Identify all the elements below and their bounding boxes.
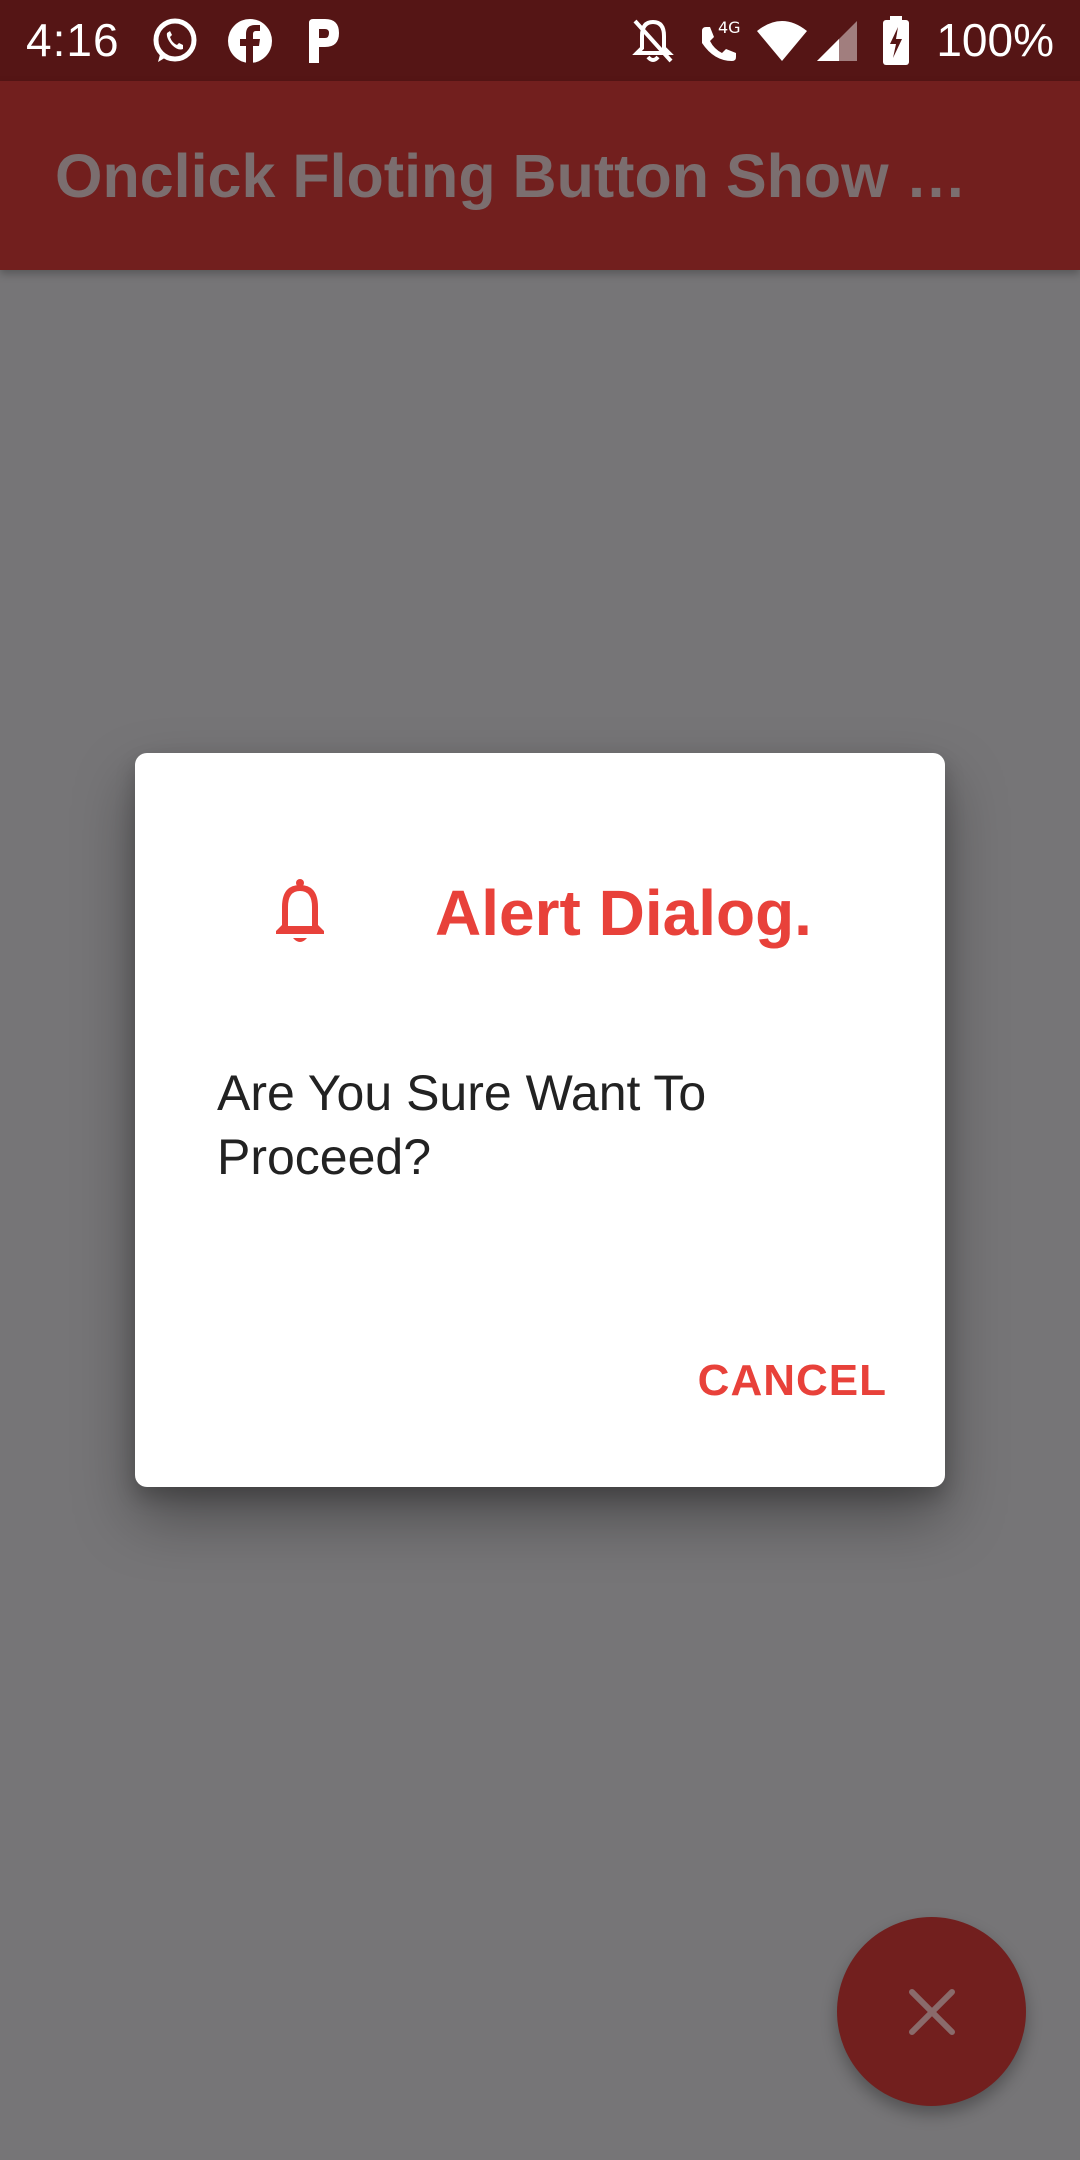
bell-icon — [265, 868, 335, 958]
dialog-title: Alert Dialog. — [435, 877, 812, 949]
svg-text:4G: 4G — [718, 18, 741, 37]
dialog-message: Are You Sure Want To Proceed? — [217, 1065, 707, 1185]
battery-charging-icon — [876, 0, 916, 81]
whatsapp-icon — [148, 0, 202, 81]
status-time: 4:16 — [26, 14, 120, 66]
close-icon — [904, 1984, 960, 2040]
close-fab-button[interactable] — [837, 1917, 1026, 2106]
dialog-header: Alert Dialog. — [265, 868, 812, 958]
app-title: Onclick Floting Button Show … — [55, 142, 967, 210]
wifi-icon — [754, 0, 810, 81]
battery-percentage: 100% — [936, 14, 1054, 66]
cancel-button[interactable]: CANCEL — [690, 1345, 895, 1417]
p-app-icon — [300, 0, 346, 81]
status-bar: 4:16 4G 100% — [0, 0, 1080, 81]
notifications-off-icon — [627, 0, 679, 81]
cellular-signal-icon — [815, 0, 859, 81]
alert-dialog: Alert Dialog. Are You Sure Want To Proce… — [135, 753, 945, 1487]
volte-4g-call-icon: 4G — [694, 0, 746, 81]
facebook-icon — [224, 0, 276, 81]
app-bar: Onclick Floting Button Show … — [0, 81, 1080, 270]
